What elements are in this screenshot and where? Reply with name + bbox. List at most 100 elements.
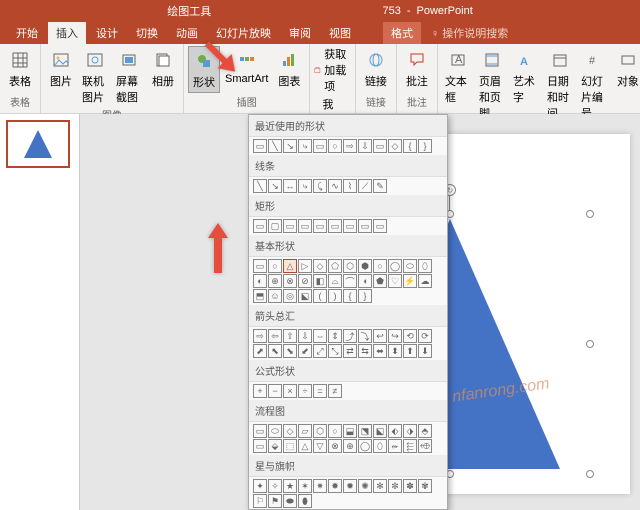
shape-isoceles-triangle[interactable]: △: [283, 259, 297, 273]
shape-a19[interactable]: ⇄: [343, 344, 357, 358]
tab-transitions[interactable]: 切换: [128, 22, 166, 44]
shape-s14[interactable]: ⚑: [268, 494, 282, 508]
shape-b7[interactable]: ⬡: [343, 259, 357, 273]
shape-f13[interactable]: ▭: [253, 439, 267, 453]
shape-b9[interactable]: ○: [373, 259, 387, 273]
shape-b21[interactable]: ⬟: [373, 274, 387, 288]
shape-b2[interactable]: ○: [268, 259, 282, 273]
shape-s9[interactable]: ✻: [373, 479, 387, 493]
shape-e3[interactable]: ×: [283, 384, 297, 398]
shape-s4[interactable]: ✶: [298, 479, 312, 493]
resize-handle-se[interactable]: [586, 470, 594, 478]
shape-r3[interactable]: ▭: [283, 219, 297, 233]
shape-s8[interactable]: ✺: [358, 479, 372, 493]
photo-album-button[interactable]: 相册: [147, 46, 179, 91]
tables-button[interactable]: 表格: [4, 46, 36, 91]
shape-b24[interactable]: ☁: [418, 274, 432, 288]
shape-b4[interactable]: ▷: [298, 259, 312, 273]
chart-button[interactable]: 图表: [273, 46, 305, 91]
shape-r9[interactable]: ▭: [373, 219, 387, 233]
shape-brace-r[interactable]: }: [418, 139, 432, 153]
shape-line1[interactable]: ╲: [253, 179, 267, 193]
shape-line5[interactable]: ⤹: [313, 179, 327, 193]
shape-f24[interactable]: ⬲: [418, 439, 432, 453]
shape-line-arrow[interactable]: ↘: [283, 139, 297, 153]
shape-a22[interactable]: ⬍: [388, 344, 402, 358]
shape-f17[interactable]: ▽: [313, 439, 327, 453]
shape-line[interactable]: ╲: [268, 139, 282, 153]
resize-handle-e[interactable]: [586, 340, 594, 348]
shape-b19[interactable]: ⌒: [343, 274, 357, 288]
resize-handle-ne[interactable]: [586, 210, 594, 218]
shape-line8[interactable]: ⟋: [358, 179, 372, 193]
shape-a16[interactable]: ⬋: [298, 344, 312, 358]
shape-f23[interactable]: ⬱: [403, 439, 417, 453]
shape-oval[interactable]: ○: [328, 139, 342, 153]
shape-f14[interactable]: ⬙: [268, 439, 282, 453]
shape-rect[interactable]: ▭: [313, 139, 327, 153]
tab-review[interactable]: 审阅: [281, 22, 319, 44]
shape-diamond[interactable]: ◇: [388, 139, 402, 153]
shape-line9[interactable]: ✎: [373, 179, 387, 193]
tab-design[interactable]: 设计: [88, 22, 126, 44]
shape-a3[interactable]: ⇧: [283, 329, 297, 343]
shape-e5[interactable]: =: [313, 384, 327, 398]
shape-b30[interactable]: ): [328, 289, 342, 303]
shape-e1[interactable]: +: [253, 384, 267, 398]
pictures-button[interactable]: 图片: [45, 46, 77, 91]
shape-brace-l[interactable]: {: [403, 139, 417, 153]
get-addins-button[interactable]: 获取加载项: [314, 46, 351, 94]
shape-a18[interactable]: ⤡: [328, 344, 342, 358]
shape-b32[interactable]: }: [358, 289, 372, 303]
shape-f11[interactable]: ⬗: [403, 424, 417, 438]
shape-a14[interactable]: ⬉: [268, 344, 282, 358]
shape-b15[interactable]: ⊗: [283, 274, 297, 288]
shape-r7[interactable]: ▭: [343, 219, 357, 233]
shape-b5[interactable]: ◇: [313, 259, 327, 273]
shape-connector[interactable]: ⤷: [298, 139, 312, 153]
shape-f4[interactable]: ▱: [298, 424, 312, 438]
shape-s15[interactable]: ⬬: [283, 494, 297, 508]
shape-e6[interactable]: ≠: [328, 384, 342, 398]
shape-b23[interactable]: ⚡: [403, 274, 417, 288]
wordart-button[interactable]: A艺术字: [510, 46, 542, 107]
shape-a7[interactable]: ⤴: [343, 329, 357, 343]
shape-s10[interactable]: ✼: [388, 479, 402, 493]
date-time-button[interactable]: 日期和时间: [544, 46, 576, 123]
shape-a21[interactable]: ⬌: [373, 344, 387, 358]
shape-r6[interactable]: ▭: [328, 219, 342, 233]
shape-textbox[interactable]: ▭: [253, 139, 267, 153]
shape-f2[interactable]: ⬭: [268, 424, 282, 438]
shape-r1[interactable]: ▭: [253, 219, 267, 233]
comment-button[interactable]: 批注: [401, 46, 433, 91]
shape-b18[interactable]: ⌓: [328, 274, 342, 288]
shape-r8[interactable]: ▭: [358, 219, 372, 233]
online-pictures-button[interactable]: 联机图片: [79, 46, 111, 107]
shape-e2[interactable]: −: [268, 384, 282, 398]
shape-r2[interactable]: ▢: [268, 219, 282, 233]
shape-r5[interactable]: ▭: [313, 219, 327, 233]
shape-a20[interactable]: ⇆: [358, 344, 372, 358]
shape-b13[interactable]: ◐: [253, 274, 267, 288]
shape-a2[interactable]: ⇦: [268, 329, 282, 343]
shape-f18[interactable]: ⊗: [328, 439, 342, 453]
shape-arrow-d[interactable]: ⇩: [358, 139, 372, 153]
shape-a12[interactable]: ⟳: [418, 329, 432, 343]
shape-b25[interactable]: ⬒: [253, 289, 267, 303]
shape-a9[interactable]: ↩: [373, 329, 387, 343]
shape-a10[interactable]: ↪: [388, 329, 402, 343]
shape-f16[interactable]: △: [298, 439, 312, 453]
shape-line6[interactable]: ∿: [328, 179, 342, 193]
shape-line2[interactable]: ↘: [268, 179, 282, 193]
shape-e4[interactable]: ÷: [298, 384, 312, 398]
object-button[interactable]: 对象: [612, 46, 640, 91]
screenshot-button[interactable]: 屏幕截图: [113, 46, 145, 107]
shape-a6[interactable]: ⇕: [328, 329, 342, 343]
tell-me-search[interactable]: ♀ 操作说明搜索: [423, 22, 516, 44]
shape-f1[interactable]: ▭: [253, 424, 267, 438]
shape-s12[interactable]: ✾: [418, 479, 432, 493]
shape-s16[interactable]: ⬮: [298, 494, 312, 508]
shape-f8[interactable]: ⬔: [358, 424, 372, 438]
shape-a13[interactable]: ⬈: [253, 344, 267, 358]
shape-s6[interactable]: ✸: [328, 479, 342, 493]
